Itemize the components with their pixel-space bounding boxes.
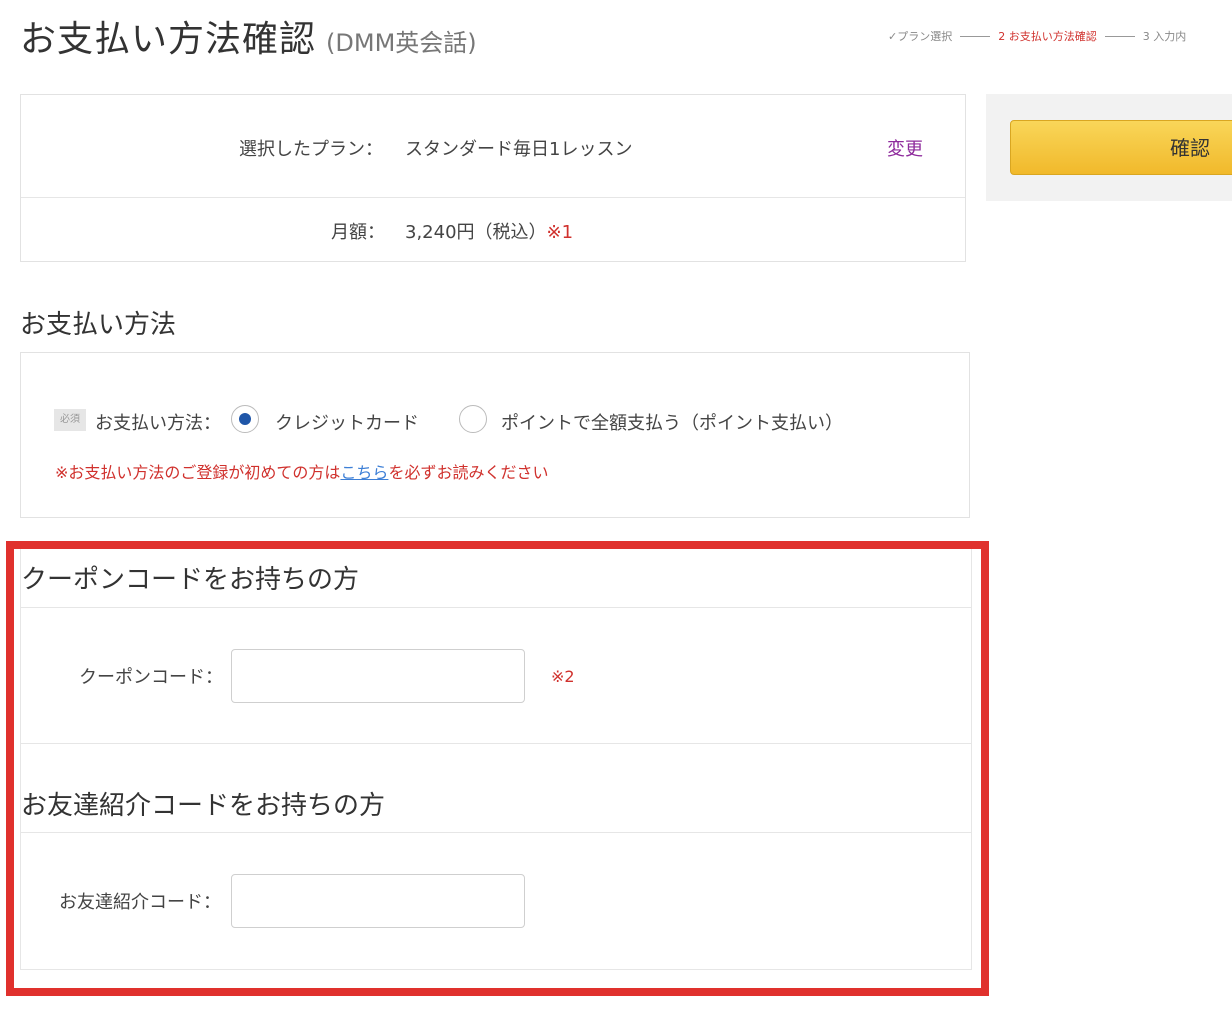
- credit-card-radio-label[interactable]: クレジットカード: [275, 409, 419, 435]
- step-divider: [1104, 35, 1135, 37]
- payment-method-label: お支払い方法：: [95, 413, 221, 434]
- credit-card-radio[interactable]: [231, 405, 259, 433]
- payment-notice-text-before: ※お支払い方法のご登録が初めての方は: [55, 463, 341, 482]
- selected-plan-value: スタンダード毎日1レッスン: [405, 139, 633, 160]
- monthly-fee-value: 3,240円（税込）※1: [405, 218, 573, 244]
- payment-notice: ※お支払い方法のご登録が初めての方はこちらを必ずお読みください: [55, 459, 548, 483]
- step-plan-select: プラン選択: [897, 30, 953, 43]
- payment-notice-link[interactable]: こちら: [340, 463, 388, 482]
- monthly-fee-row: 月額： 3,240円（税込）※1: [21, 198, 965, 262]
- required-badge: 必須: [54, 409, 86, 431]
- point-payment-radio-label[interactable]: ポイントで全額支払う（ポイント支払い）: [501, 409, 843, 435]
- plan-summary-box: 選択したプラン： スタンダード毎日1レッスン 変更 月額： 3,240円（税込）…: [20, 94, 966, 262]
- monthly-fee-amount: 3,240円（税込）: [405, 222, 547, 243]
- payment-notice-text-after: を必ずお読みください: [388, 463, 549, 482]
- step-divider: [960, 35, 991, 37]
- highlight-frame: [6, 541, 989, 996]
- step-input: 3 入力内: [1142, 30, 1187, 43]
- monthly-fee-note: ※1: [546, 222, 574, 243]
- confirm-button[interactable]: 確認: [1010, 120, 1232, 175]
- point-payment-radio[interactable]: [459, 405, 487, 433]
- payment-method-heading: お支払い方法: [20, 310, 177, 340]
- monthly-fee-label: 月額：: [331, 222, 385, 243]
- check-icon: ✓: [888, 29, 898, 43]
- progress-steps: ✓ プラン選択 2 お支払い方法確認 3 入力内: [888, 28, 1186, 44]
- page-title-text: お支払い方法確認: [20, 19, 317, 60]
- step-payment-confirm: 2 お支払い方法確認: [998, 30, 1097, 43]
- selected-plan-label: 選択したプラン：: [239, 139, 383, 160]
- confirm-panel: 確認: [986, 94, 1232, 201]
- change-plan-link[interactable]: 変更: [887, 135, 923, 161]
- page-subtitle: (DMM英会話): [326, 29, 477, 57]
- payment-method-box: 必須 お支払い方法： クレジットカード ポイントで全額支払う（ポイント支払い） …: [20, 352, 970, 518]
- page-title: お支払い方法確認 (DMM英会話): [20, 10, 477, 62]
- plan-row: 選択したプラン： スタンダード毎日1レッスン 変更: [21, 95, 965, 198]
